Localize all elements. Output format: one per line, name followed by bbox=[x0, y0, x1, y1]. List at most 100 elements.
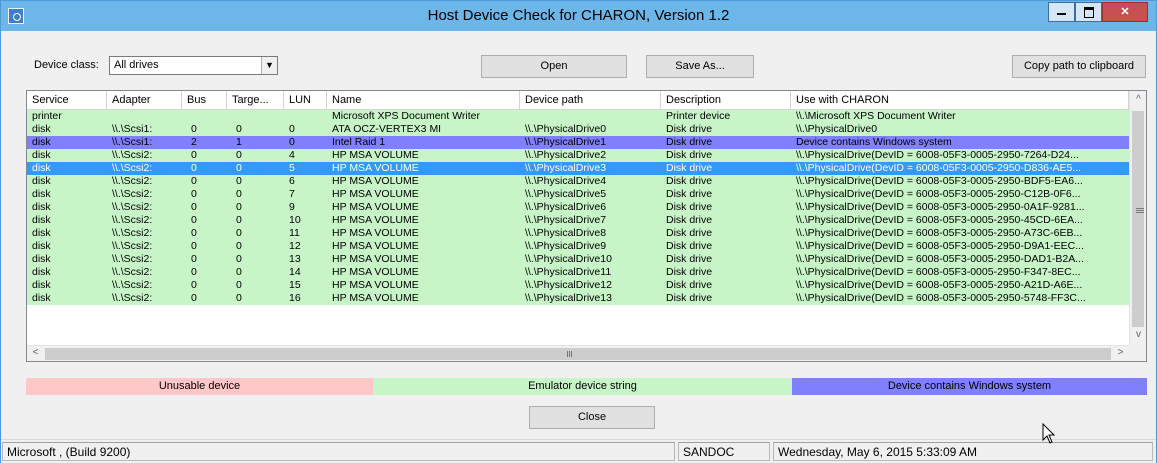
table-cell: 0 bbox=[236, 123, 242, 135]
table-cell: disk bbox=[32, 123, 51, 135]
table-cell: Disk drive bbox=[666, 188, 713, 200]
title-bar[interactable]: Host Device Check for CHARON, Version 1.… bbox=[1, 1, 1156, 31]
scroll-corner bbox=[1129, 345, 1146, 361]
column-header[interactable]: Bus bbox=[182, 91, 227, 109]
horizontal-scroll-thumb[interactable] bbox=[45, 348, 1111, 360]
table-cell: \\.\PhysicalDrive12 bbox=[525, 279, 612, 291]
table-cell: 15 bbox=[289, 279, 301, 291]
table-cell: \\.\Scsi2: bbox=[112, 162, 153, 174]
open-button[interactable]: Open bbox=[481, 55, 627, 78]
table-cell: \\.\PhysicalDrive1 bbox=[525, 136, 607, 148]
table-cell: \\.\PhysicalDrive2 bbox=[525, 149, 607, 161]
table-row[interactable]: disk \\.\Scsi2: 0 0 16 HP MSA VOLUME \\.\Physi… bbox=[27, 292, 1129, 305]
table-cell: disk bbox=[32, 292, 51, 304]
table-cell: Disk drive bbox=[666, 162, 713, 174]
table-cell: 0 bbox=[236, 240, 242, 252]
status-os: Microsoft , (Build 9200) bbox=[2, 442, 675, 461]
table-row[interactable]: disk \\.\Scsi2: 0 0 12 HP MSA VOLUME \\.\Physi… bbox=[27, 240, 1129, 253]
column-header[interactable]: Adapter bbox=[107, 91, 182, 109]
table-cell: 0 bbox=[236, 149, 242, 161]
table-cell: HP MSA VOLUME bbox=[332, 201, 419, 213]
minimize-icon bbox=[1057, 13, 1066, 15]
scroll-left-icon[interactable]: < bbox=[27, 347, 44, 358]
table-row[interactable]: disk \\.\Scsi1: 2 1 0 Intel Raid 1 \\.\Physica… bbox=[27, 136, 1129, 149]
table-cell: \\.\PhysicalDrive13 bbox=[525, 292, 612, 304]
table-cell: 10 bbox=[289, 214, 301, 226]
table-cell: \\.\PhysicalDrive(DevID = 6008-05F3-0005… bbox=[796, 266, 1081, 278]
table-row[interactable]: disk \\.\Scsi2: 0 0 11 HP MSA VOLUME \\.\Physi… bbox=[27, 227, 1129, 240]
table-cell bbox=[191, 110, 225, 123]
column-header[interactable]: Description bbox=[661, 91, 791, 109]
table-cell: HP MSA VOLUME bbox=[332, 214, 419, 226]
table-cell: 12 bbox=[289, 240, 301, 252]
table-cell: \\.\Scsi2: bbox=[112, 214, 153, 226]
table-cell: \\.\Scsi1: bbox=[112, 123, 153, 135]
close-button[interactable]: Close bbox=[529, 406, 655, 429]
table-cell: \\.\Scsi2: bbox=[112, 175, 153, 187]
table-cell: HP MSA VOLUME bbox=[332, 292, 419, 304]
horizontal-scrollbar[interactable]: < > bbox=[27, 345, 1129, 361]
device-class-select[interactable]: All drives ▼ bbox=[109, 56, 278, 75]
table-row[interactable]: printer Microsoft XPS Document Writer Prin… bbox=[27, 110, 1129, 123]
table-cell: 0 bbox=[191, 188, 197, 200]
table-cell: 0 bbox=[289, 123, 295, 135]
table-cell: 0 bbox=[236, 227, 242, 239]
chevron-down-icon[interactable]: ▼ bbox=[261, 57, 277, 74]
column-header[interactable]: Service bbox=[27, 91, 107, 109]
table-row[interactable]: disk \\.\Scsi2: 0 0 10 HP MSA VOLUME \\.\Physi… bbox=[27, 214, 1129, 227]
table-cell: disk bbox=[32, 175, 51, 187]
table-cell: Intel Raid 1 bbox=[332, 136, 386, 148]
legend-unusable: Unusable device bbox=[26, 378, 373, 395]
table-cell: \\.\PhysicalDrive3 bbox=[525, 162, 607, 174]
table-cell: \\.\PhysicalDrive11 bbox=[525, 266, 612, 278]
table-cell: disk bbox=[32, 201, 51, 213]
table-cell: Device contains Windows system bbox=[796, 136, 952, 148]
column-header[interactable]: Use with CHARON bbox=[791, 91, 1129, 109]
table-cell: disk bbox=[32, 227, 51, 239]
table-cell: \\.\PhysicalDrive(DevID = 6008-05F3-0005… bbox=[796, 162, 1082, 174]
table-cell: \\.\Scsi2: bbox=[112, 292, 153, 304]
table-cell: \\.\Scsi2: bbox=[112, 149, 153, 161]
column-header[interactable]: Targe... bbox=[227, 91, 284, 109]
column-header[interactable]: Device path bbox=[520, 91, 661, 109]
table-cell: 14 bbox=[289, 266, 301, 278]
table-row[interactable]: disk \\.\Scsi2: 0 0 6 HP MSA VOLUME \\.\Physic… bbox=[27, 175, 1129, 188]
legend-system: Device contains Windows system bbox=[792, 378, 1147, 395]
table-cell: HP MSA VOLUME bbox=[332, 227, 419, 239]
scroll-right-icon[interactable]: > bbox=[1112, 347, 1129, 358]
table-cell: 9 bbox=[289, 201, 295, 213]
table-row[interactable]: disk \\.\Scsi2: 0 0 9 HP MSA VOLUME \\.\Physic… bbox=[27, 201, 1129, 214]
window-title: Host Device Check for CHARON, Version 1.… bbox=[427, 7, 730, 24]
table-row[interactable]: disk \\.\Scsi2: 0 0 13 HP MSA VOLUME \\.\Physi… bbox=[27, 253, 1129, 266]
vertical-scroll-thumb[interactable] bbox=[1132, 111, 1144, 327]
table-cell: \\.\Scsi2: bbox=[112, 188, 153, 200]
table-row[interactable]: disk \\.\Scsi2: 0 0 4 HP MSA VOLUME \\.\Physic… bbox=[27, 149, 1129, 162]
table-cell: \\.\PhysicalDrive0 bbox=[525, 123, 607, 135]
table-cell: printer bbox=[32, 110, 62, 122]
table-cell: 0 bbox=[191, 123, 197, 135]
table-cell: HP MSA VOLUME bbox=[332, 253, 419, 265]
table-cell: Disk drive bbox=[666, 240, 713, 252]
vertical-scrollbar[interactable]: ^ v bbox=[1129, 91, 1146, 345]
column-header[interactable]: Name bbox=[327, 91, 520, 109]
column-header[interactable]: LUN bbox=[284, 91, 327, 109]
table-cell: HP MSA VOLUME bbox=[332, 188, 419, 200]
minimize-button[interactable] bbox=[1048, 2, 1075, 22]
maximize-button[interactable] bbox=[1075, 2, 1102, 22]
device-table[interactable]: Service Adapter Bus Targe... LUN Name Device p… bbox=[26, 90, 1147, 362]
scroll-up-icon[interactable]: ^ bbox=[1130, 94, 1146, 105]
table-cell: disk bbox=[32, 279, 51, 291]
table-row[interactable]: disk \\.\Scsi2: 0 0 14 HP MSA VOLUME \\.\Physi… bbox=[27, 266, 1129, 279]
table-cell: HP MSA VOLUME bbox=[332, 149, 419, 161]
table-cell: \\.\Scsi1: bbox=[112, 136, 153, 148]
scroll-down-icon[interactable]: v bbox=[1130, 329, 1146, 340]
table-row[interactable]: disk \\.\Scsi2: 0 0 5 HP MSA VOLUME \\.\Physic… bbox=[27, 162, 1129, 175]
table-cell bbox=[236, 110, 282, 123]
save-as-button[interactable]: Save As... bbox=[646, 55, 754, 78]
table-row[interactable]: disk \\.\Scsi2: 0 0 7 HP MSA VOLUME \\.\Physic… bbox=[27, 188, 1129, 201]
table-row[interactable]: disk \\.\Scsi2: 0 0 15 HP MSA VOLUME \\.\Physi… bbox=[27, 279, 1129, 292]
table-row[interactable]: disk \\.\Scsi1: 0 0 0 ATA OCZ-VERTEX3 MI \\.\P… bbox=[27, 123, 1129, 136]
status-datetime: Wednesday, May 6, 2015 5:33:09 AM bbox=[773, 442, 1153, 461]
close-window-button[interactable]: ✕ bbox=[1102, 2, 1148, 22]
copy-path-button[interactable]: Copy path to clipboard bbox=[1012, 55, 1146, 78]
